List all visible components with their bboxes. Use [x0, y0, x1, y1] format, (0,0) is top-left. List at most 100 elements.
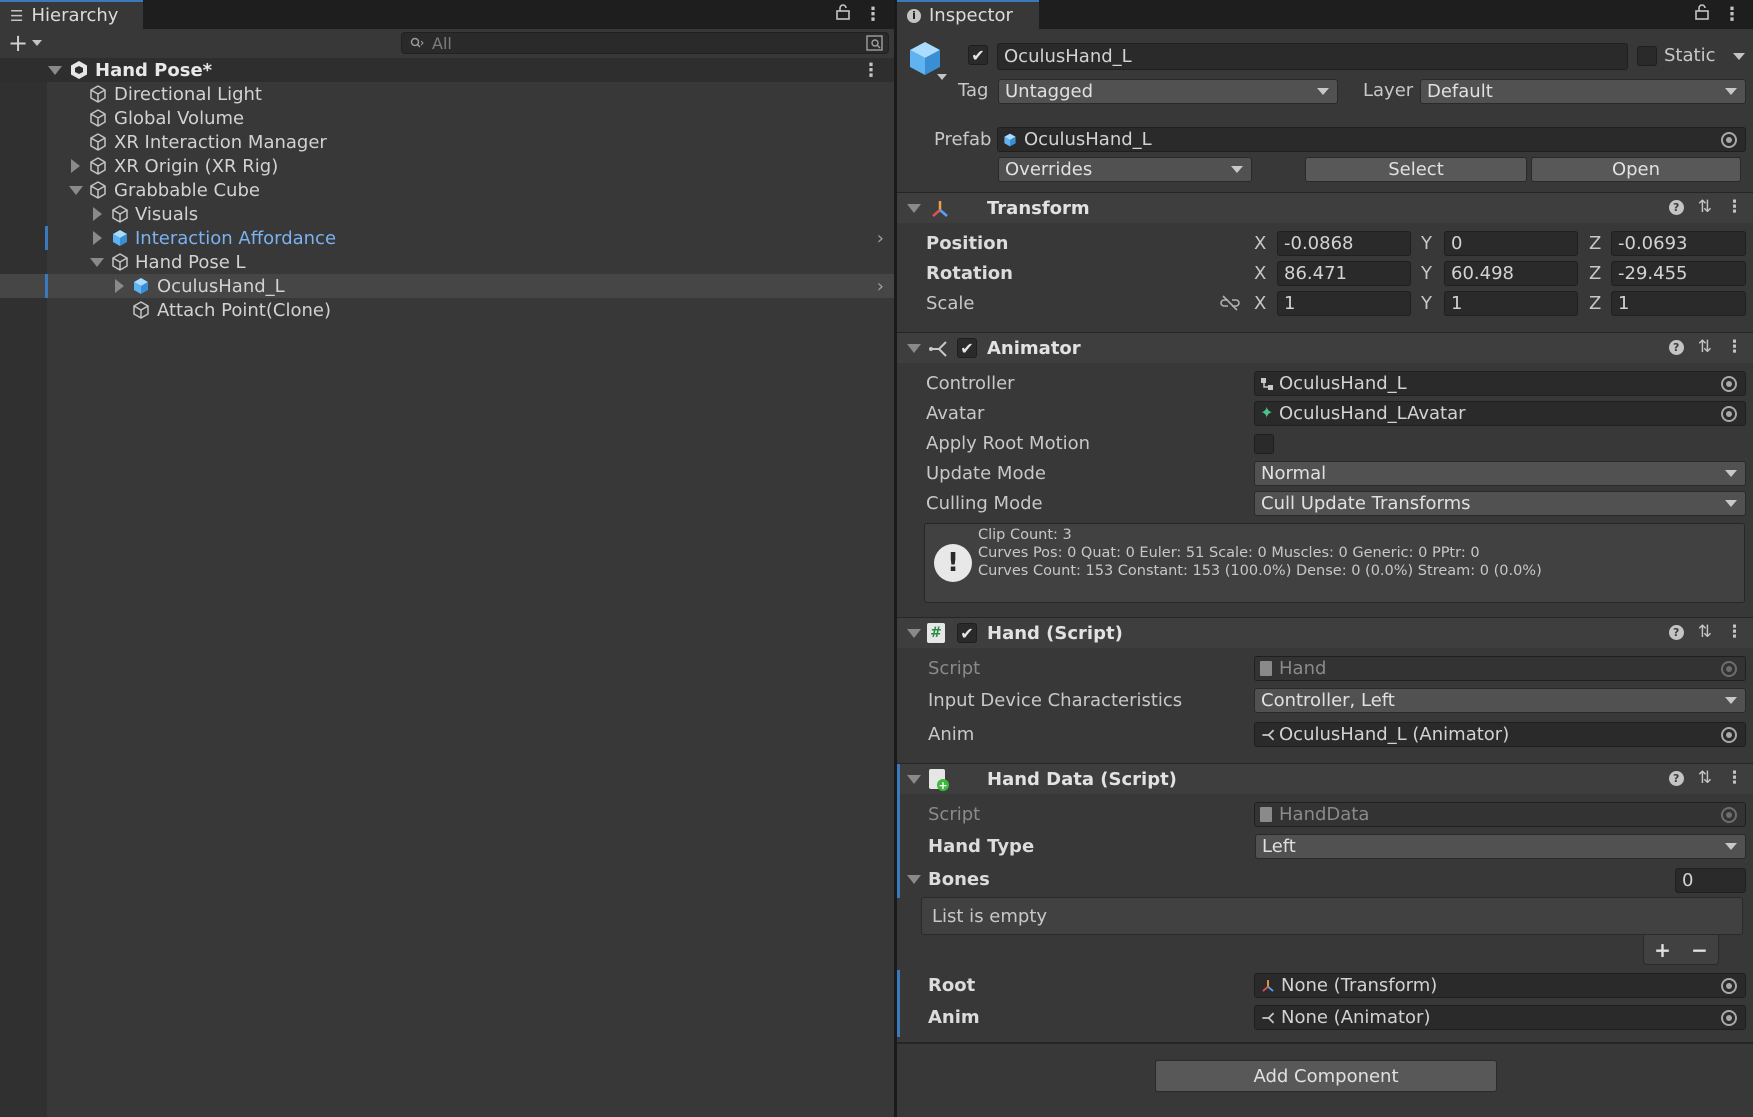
hierarchy-item[interactable]: Visuals	[0, 202, 894, 226]
foldout-arrow-icon[interactable]	[907, 344, 921, 353]
foldout-arrow-icon[interactable]	[907, 629, 921, 638]
hierarchy-item[interactable]: XR Interaction Manager	[0, 130, 894, 154]
object-picker-icon[interactable]	[1721, 132, 1737, 148]
presets-icon[interactable]: ⇅	[1698, 337, 1712, 357]
add-component-button[interactable]: Add Component	[1155, 1060, 1497, 1092]
hierarchy-search-input[interactable]: All	[401, 32, 889, 54]
anim-field[interactable]: OculusHand_L (Animator)	[1254, 722, 1746, 747]
foldout-arrow-icon[interactable]	[907, 775, 921, 784]
component-menu-icon[interactable]: ⋮	[1726, 622, 1743, 642]
hand-type-dropdown[interactable]: Left	[1255, 834, 1746, 859]
object-name-field[interactable]: OculusHand_L	[997, 43, 1628, 70]
component-menu-icon[interactable]: ⋮	[1726, 768, 1743, 788]
static-dropdown-caret[interactable]	[1733, 53, 1745, 60]
expand-arrow-icon[interactable]	[71, 159, 80, 173]
presets-icon[interactable]: ⇅	[1698, 768, 1712, 788]
object-picker-icon[interactable]	[1721, 376, 1737, 392]
help-icon[interactable]: ?	[1668, 340, 1684, 355]
list-add-button[interactable]: +	[1654, 938, 1671, 962]
scene-row[interactable]: Hand Pose* ⋮	[0, 58, 894, 82]
collapse-arrow-icon[interactable]	[90, 258, 104, 267]
scene-menu-icon[interactable]: ⋮	[862, 60, 880, 81]
rotation-x-field[interactable]: 86.471	[1277, 261, 1411, 286]
hierarchy-item[interactable]: Interaction Affordance ›	[0, 226, 894, 250]
hierarchy-item[interactable]: Global Volume	[0, 106, 894, 130]
hierarchy-item[interactable]: XR Origin (XR Rig)	[0, 154, 894, 178]
hand-script-header[interactable]: # ✔ Hand (Script) ? ⇅ ⋮	[897, 617, 1753, 648]
avatar-field[interactable]: ✦ OculusHand_LAvatar	[1254, 401, 1746, 426]
root-field[interactable]: None (Transform)	[1254, 973, 1746, 998]
hierarchy-item[interactable]: Hand Pose L	[0, 250, 894, 274]
prefab-select-button[interactable]: Select	[1305, 157, 1527, 182]
input-device-characteristics-dropdown[interactable]: Controller, Left	[1254, 688, 1746, 713]
tab-inspector[interactable]: i Inspector	[897, 0, 1039, 29]
search-scope-icon[interactable]	[866, 34, 884, 56]
bones-count-field[interactable]: 0	[1675, 868, 1746, 893]
position-z-field[interactable]: -0.0693	[1611, 231, 1746, 256]
presets-icon[interactable]: ⇅	[1698, 622, 1712, 642]
chevron-right-icon[interactable]: ›	[877, 276, 884, 297]
active-checkbox[interactable]: ✔	[968, 45, 988, 65]
tab-hierarchy[interactable]: ☰ Hierarchy	[0, 0, 143, 29]
lock-icon[interactable]	[1695, 4, 1709, 25]
scale-z-field[interactable]: 1	[1611, 291, 1746, 316]
list-remove-button[interactable]: −	[1691, 938, 1708, 962]
object-picker-icon[interactable]	[1721, 727, 1737, 743]
tag-dropdown[interactable]: Untagged	[998, 79, 1338, 104]
layer-dropdown[interactable]: Default	[1420, 79, 1746, 104]
hierarchy-item[interactable]: Directional Light	[0, 82, 894, 106]
rotation-y-field[interactable]: 60.498	[1444, 261, 1578, 286]
prefab-value: OculusHand_L	[1024, 129, 1152, 150]
overrides-dropdown[interactable]: Overrides	[998, 157, 1252, 182]
transform-header[interactable]: Transform ? ⇅ ⋮	[897, 192, 1753, 223]
hierarchy-item[interactable]: Grabbable Cube	[0, 178, 894, 202]
controller-field[interactable]: OculusHand_L	[1254, 371, 1746, 396]
icon-dropdown-caret[interactable]	[937, 74, 947, 80]
culling-mode-dropdown[interactable]: Cull Update Transforms	[1254, 491, 1746, 516]
anim-field[interactable]: None (Animator)	[1254, 1005, 1746, 1030]
expand-arrow-icon[interactable]	[48, 66, 62, 75]
expand-arrow-icon[interactable]	[93, 207, 102, 221]
position-x-field[interactable]: -0.0868	[1277, 231, 1411, 256]
collapse-arrow-icon[interactable]	[69, 186, 83, 195]
lock-icon[interactable]	[836, 4, 850, 25]
help-icon[interactable]: ?	[1668, 200, 1684, 215]
object-picker-icon[interactable]	[1721, 1010, 1737, 1026]
hierarchy-item[interactable]: Attach Point(Clone)	[0, 298, 894, 322]
create-button[interactable]: +	[8, 31, 43, 55]
gameobject-cube-icon	[90, 181, 106, 199]
help-icon[interactable]: ?	[1668, 771, 1684, 786]
prefab-open-button[interactable]: Open	[1531, 157, 1741, 182]
position-y-field[interactable]: 0	[1444, 231, 1578, 256]
chevron-down-icon	[1317, 88, 1329, 95]
help-icon[interactable]: ?	[1668, 625, 1684, 640]
update-mode-dropdown[interactable]: Normal	[1254, 461, 1746, 486]
component-menu-icon[interactable]: ⋮	[1726, 337, 1743, 357]
bones-foldout-arrow-icon[interactable]	[907, 875, 921, 884]
apply-root-motion-checkbox[interactable]	[1254, 434, 1274, 454]
scale-y-field[interactable]: 1	[1444, 291, 1578, 316]
animator-header[interactable]: ✔ Animator ? ⇅ ⋮	[897, 332, 1753, 363]
chevron-right-icon[interactable]: ›	[877, 228, 884, 249]
scale-x-field[interactable]: 1	[1277, 291, 1411, 316]
hand-script-enabled-checkbox[interactable]: ✔	[957, 623, 977, 643]
static-checkbox[interactable]	[1637, 46, 1657, 66]
object-picker-icon[interactable]	[1721, 978, 1737, 994]
prefab-field[interactable]: OculusHand_L	[997, 127, 1746, 152]
hand-data-header[interactable]: + Hand Data (Script) ? ⇅ ⋮	[897, 763, 1753, 795]
kebab-menu-icon[interactable]: ⋮	[1723, 4, 1741, 25]
foldout-arrow-icon[interactable]	[907, 204, 921, 213]
expand-arrow-icon[interactable]	[93, 231, 102, 245]
hierarchy-item-selected[interactable]: OculusHand_L ›	[0, 274, 894, 298]
rotation-z-field[interactable]: -29.455	[1611, 261, 1746, 286]
bones-label: Bones	[928, 869, 990, 890]
layer-value: Default	[1427, 81, 1493, 102]
object-picker-icon[interactable]	[1721, 406, 1737, 422]
kebab-menu-icon[interactable]: ⋮	[864, 4, 882, 25]
component-menu-icon[interactable]: ⋮	[1726, 197, 1743, 217]
animator-enabled-checkbox[interactable]: ✔	[957, 338, 977, 358]
presets-icon[interactable]: ⇅	[1698, 197, 1712, 217]
expand-arrow-icon[interactable]	[115, 279, 124, 293]
chevron-down-icon	[1725, 470, 1737, 477]
constrain-proportions-icon[interactable]	[1219, 294, 1241, 312]
